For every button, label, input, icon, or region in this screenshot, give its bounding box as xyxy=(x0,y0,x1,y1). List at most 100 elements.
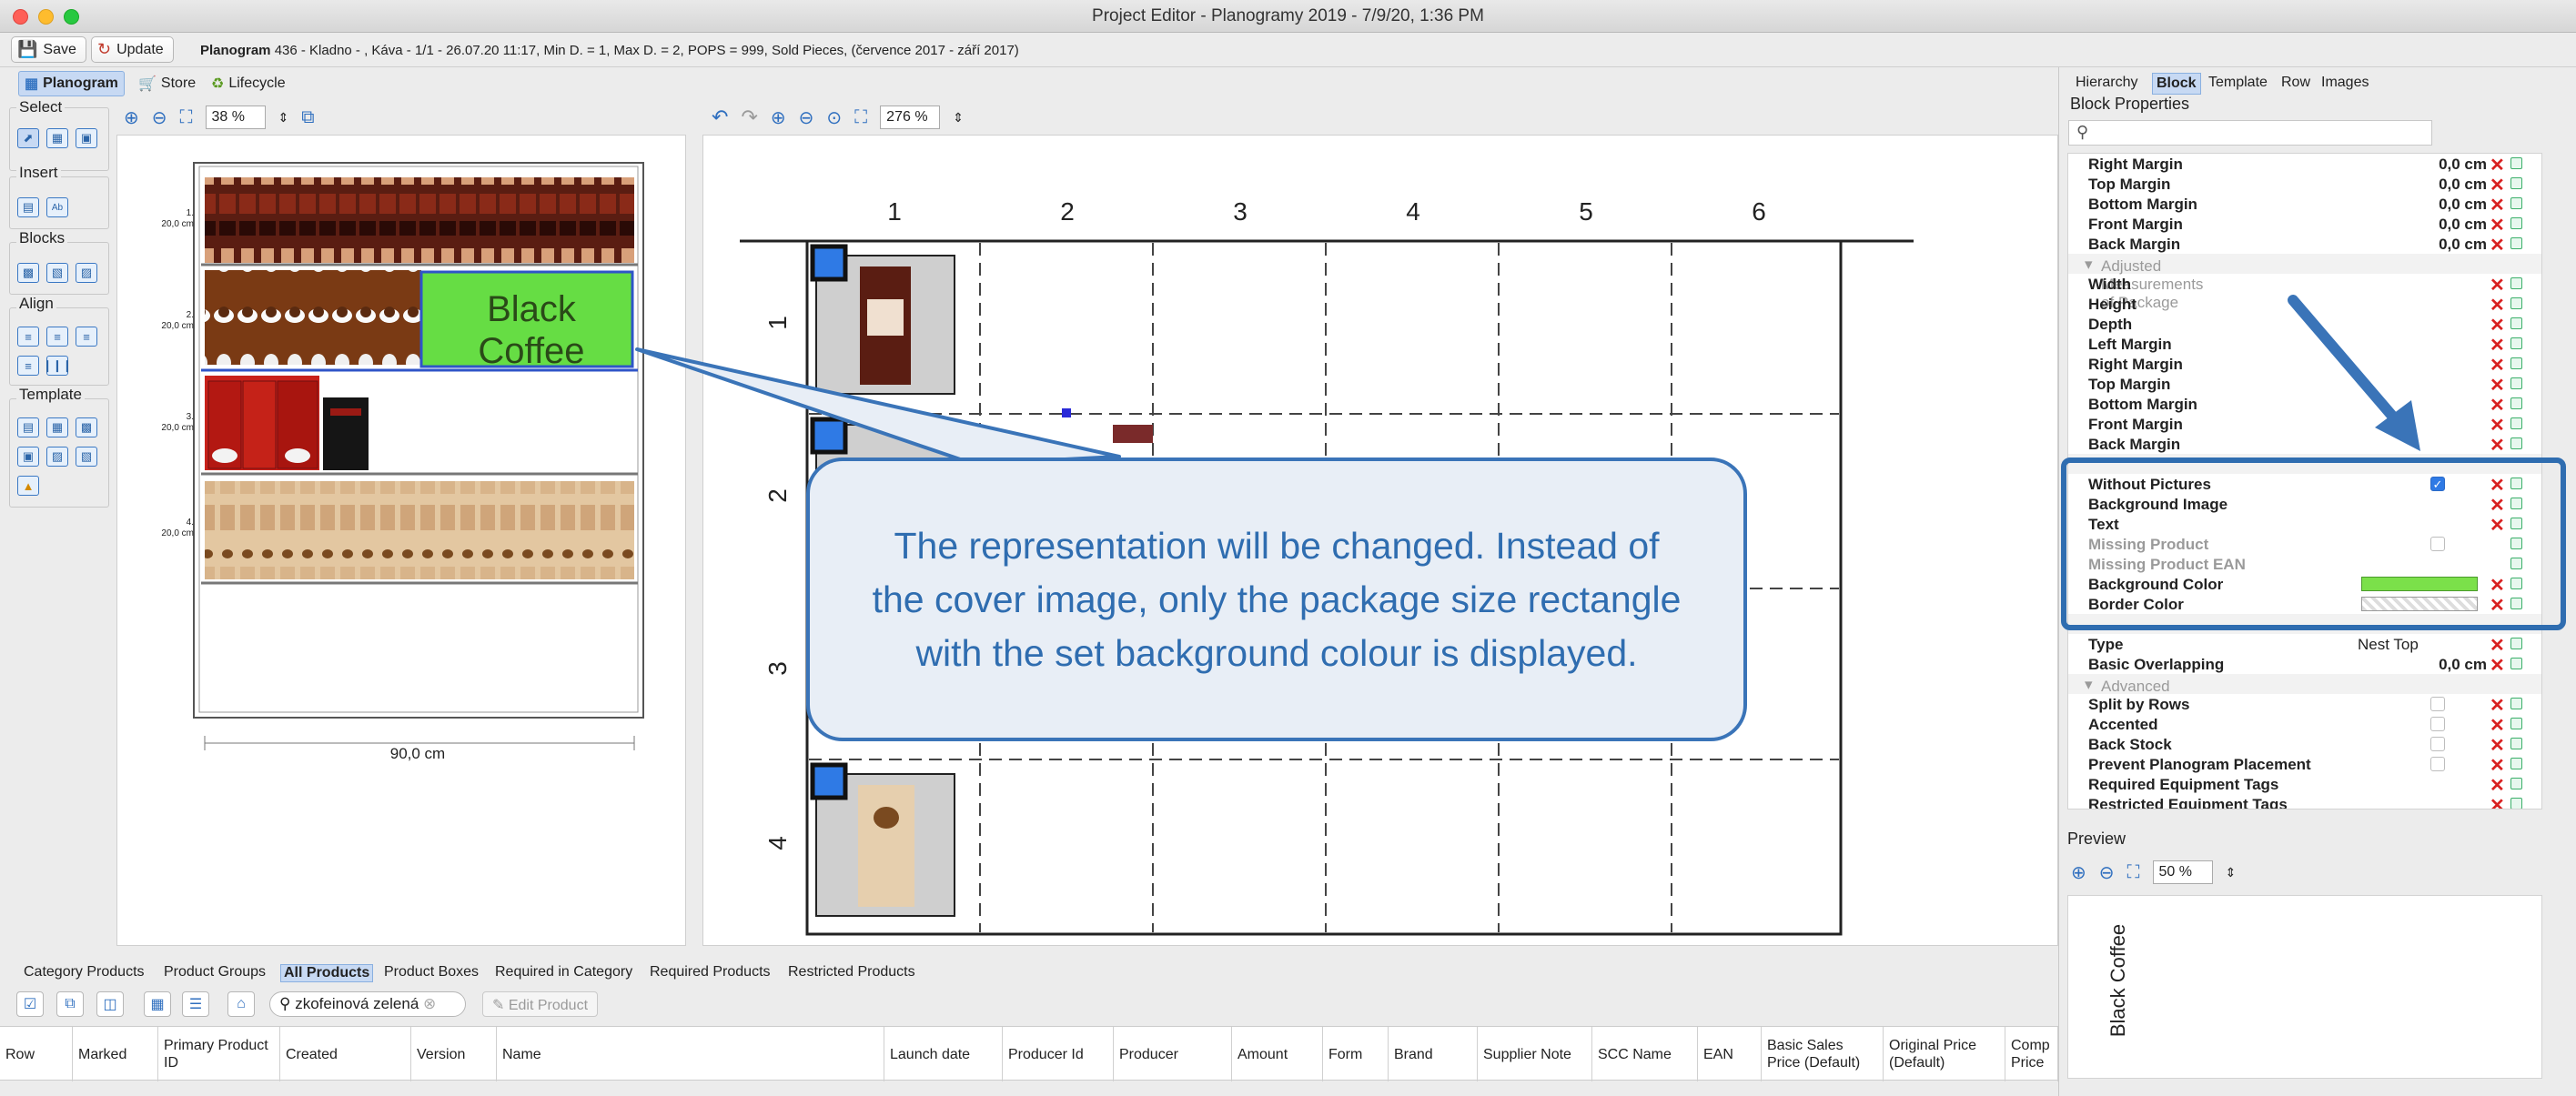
tab-required-products[interactable]: Required Products xyxy=(650,964,771,980)
column-header-basic-sales-price[interactable]: Basic Sales Price (Default) xyxy=(1762,1027,1884,1081)
copy-icon[interactable] xyxy=(2510,738,2522,749)
column-header-brand[interactable]: Brand xyxy=(1389,1027,1478,1081)
split-by-rows-checkbox[interactable] xyxy=(2430,697,2445,711)
product-search-input[interactable]: ⚲ zkofeinová zelená ⊗ xyxy=(269,991,466,1017)
block-merge-icon[interactable]: ▨ xyxy=(76,263,97,283)
column-header-producer[interactable]: Producer xyxy=(1114,1027,1232,1081)
copy-icon[interactable] xyxy=(2510,237,2522,249)
planogram-overview-canvas[interactable]: Black Coffee 1. 20,0 cm 2. 20,0 cm 3. 20… xyxy=(116,135,686,946)
column-header-created[interactable]: Created xyxy=(280,1027,411,1081)
distribute-columns-icon[interactable]: ❙❙❙ xyxy=(43,356,72,376)
column-header-amount[interactable]: Amount xyxy=(1232,1027,1323,1081)
template-grid-icon[interactable]: ▩ xyxy=(76,417,97,437)
column-header-producer-id[interactable]: Producer Id xyxy=(1003,1027,1114,1081)
tab-row[interactable]: Row xyxy=(2278,73,2314,93)
reset-icon[interactable]: ✕ xyxy=(2490,794,2505,809)
copy-icon[interactable] xyxy=(2510,377,2522,389)
select-block-icon[interactable]: ▣ xyxy=(76,128,97,148)
prop-row[interactable]: Right Margin 0,0 cm ✕ xyxy=(2068,154,2541,176)
align-left-icon[interactable]: ≡ xyxy=(17,327,39,347)
column-header-ean[interactable]: EAN xyxy=(1698,1027,1762,1081)
select-grid-icon[interactable]: ▦ xyxy=(46,128,68,148)
zoom-out-icon[interactable]: ⊖ xyxy=(152,106,167,129)
preview-zoom-in-icon[interactable]: ⊕ xyxy=(2071,861,2086,884)
copy-icon[interactable] xyxy=(2510,397,2522,409)
insert-text-icon[interactable]: Ab xyxy=(46,197,68,217)
mark-icon[interactable]: ☑ xyxy=(16,991,44,1017)
clear-search-icon[interactable]: ⊗ xyxy=(423,995,436,1012)
undo-icon[interactable]: ↶ xyxy=(712,106,728,129)
column-header-original-price[interactable]: Original Price (Default) xyxy=(1884,1027,2005,1081)
column-header-comp-price[interactable]: Comp Price xyxy=(2005,1027,2058,1081)
save-button[interactable]: 💾 Save xyxy=(11,36,86,63)
prop-row[interactable]: Prevent Planogram Placement ✕ xyxy=(2068,754,2541,776)
column-header-marked[interactable]: Marked xyxy=(73,1027,158,1081)
column-header-supplier-note[interactable]: Supplier Note xyxy=(1478,1027,1592,1081)
column-header-name[interactable]: Name xyxy=(497,1027,884,1081)
center-zoom-selection-icon[interactable]: ⊙ xyxy=(826,106,842,129)
zoom-in-icon[interactable]: ⊕ xyxy=(124,106,139,129)
align-justify-icon[interactable]: ≡ xyxy=(17,356,39,376)
copy-icon[interactable] xyxy=(2510,297,2522,309)
prop-row[interactable]: Back Margin 0,0 cm ✕ xyxy=(2068,234,2541,256)
tab-images[interactable]: Images xyxy=(2318,73,2372,93)
tab-template[interactable]: Template xyxy=(2205,73,2271,93)
edit-product-button[interactable]: ✎ Edit Product xyxy=(482,991,599,1017)
store-icon[interactable]: ⌂ xyxy=(227,991,255,1017)
zoom-fit-icon[interactable]: ⛶ xyxy=(180,107,193,128)
center-zoom-stepper-icon[interactable]: ⇕ xyxy=(953,110,964,126)
prop-row[interactable]: Bottom Margin 0,0 cm ✕ xyxy=(2068,194,2541,216)
column-header-form[interactable]: Form xyxy=(1323,1027,1389,1081)
left-zoom-field[interactable]: 38 % xyxy=(205,106,266,129)
tab-lifecycle[interactable]: ♻ Lifecycle xyxy=(206,71,291,96)
prop-row[interactable]: Restricted Equipment Tags ✕ xyxy=(2068,794,2541,809)
template-layout-icon[interactable]: ▧ xyxy=(76,447,97,467)
prop-row[interactable]: Front Margin 0,0 cm ✕ xyxy=(2068,214,2541,236)
tab-store[interactable]: 🛒 Store xyxy=(133,71,201,96)
zoom-stepper-icon[interactable]: ⇕ xyxy=(278,110,289,126)
copy-icon[interactable] xyxy=(2510,758,2522,769)
template-blocks-icon[interactable]: ▨ xyxy=(46,447,68,467)
tab-all-products[interactable]: All Products xyxy=(280,964,374,982)
copy-icon[interactable] xyxy=(2510,798,2522,809)
copy-icon[interactable] xyxy=(2510,317,2522,329)
tab-required-in-category[interactable]: Required in Category xyxy=(495,964,632,980)
prop-row[interactable]: Basic Overlapping 0,0 cm ✕ xyxy=(2068,654,2541,676)
column-header-row[interactable]: Row xyxy=(0,1027,73,1081)
center-zoom-field[interactable]: 276 % xyxy=(880,106,941,129)
tab-product-boxes[interactable]: Product Boxes xyxy=(384,964,479,980)
center-zoom-in-icon[interactable]: ⊕ xyxy=(771,106,786,129)
accented-checkbox[interactable] xyxy=(2430,717,2445,731)
preview-zoom-field[interactable]: 50 % xyxy=(2152,860,2213,884)
column-header-primary-product-id[interactable]: Primary Product ID xyxy=(158,1027,280,1081)
tab-category-products[interactable]: Category Products xyxy=(24,964,145,980)
insert-shelf-icon[interactable]: ▤ xyxy=(17,197,39,217)
block-split-icon[interactable]: ▧ xyxy=(46,263,68,283)
copy-icon[interactable] xyxy=(2510,177,2522,189)
column-header-scc-name[interactable]: SCC Name xyxy=(1592,1027,1698,1081)
prop-row[interactable]: Required Equipment Tags ✕ xyxy=(2068,774,2541,796)
prop-row[interactable]: Top Margin 0,0 cm ✕ xyxy=(2068,174,2541,196)
tab-product-groups[interactable]: Product Groups xyxy=(164,964,266,980)
prop-row[interactable]: Back Stock ✕ xyxy=(2068,734,2541,756)
copy-icon[interactable] xyxy=(2510,698,2522,709)
copy-icon[interactable] xyxy=(2510,638,2522,649)
preview-zoom-out-icon[interactable]: ⊖ xyxy=(2099,861,2115,884)
redo-icon[interactable]: ↷ xyxy=(741,106,757,129)
copy-icon[interactable] xyxy=(2510,157,2522,169)
column-header-version[interactable]: Version xyxy=(411,1027,497,1081)
template-chart-icon[interactable]: ▤ xyxy=(17,417,39,437)
align-center-icon[interactable]: ≡ xyxy=(46,327,68,347)
preview-zoom-stepper-icon[interactable]: ⇕ xyxy=(2226,865,2237,880)
copy-icon[interactable] xyxy=(2510,277,2522,289)
preview-zoom-fit-icon[interactable]: ⛶ xyxy=(2127,862,2140,883)
tab-restricted-products[interactable]: Restricted Products xyxy=(788,964,915,980)
copy-icon[interactable] xyxy=(2510,437,2522,449)
back-stock-checkbox[interactable] xyxy=(2430,737,2445,751)
list-icon[interactable]: ☰ xyxy=(182,991,209,1017)
duplicate-icon[interactable]: ◫ xyxy=(96,991,124,1017)
update-button[interactable]: ↻ Update xyxy=(91,36,174,63)
copy-icon[interactable] xyxy=(2510,217,2522,229)
prop-row[interactable]: Split by Rows ✕ xyxy=(2068,694,2541,716)
copy-icon[interactable] xyxy=(2510,778,2522,789)
